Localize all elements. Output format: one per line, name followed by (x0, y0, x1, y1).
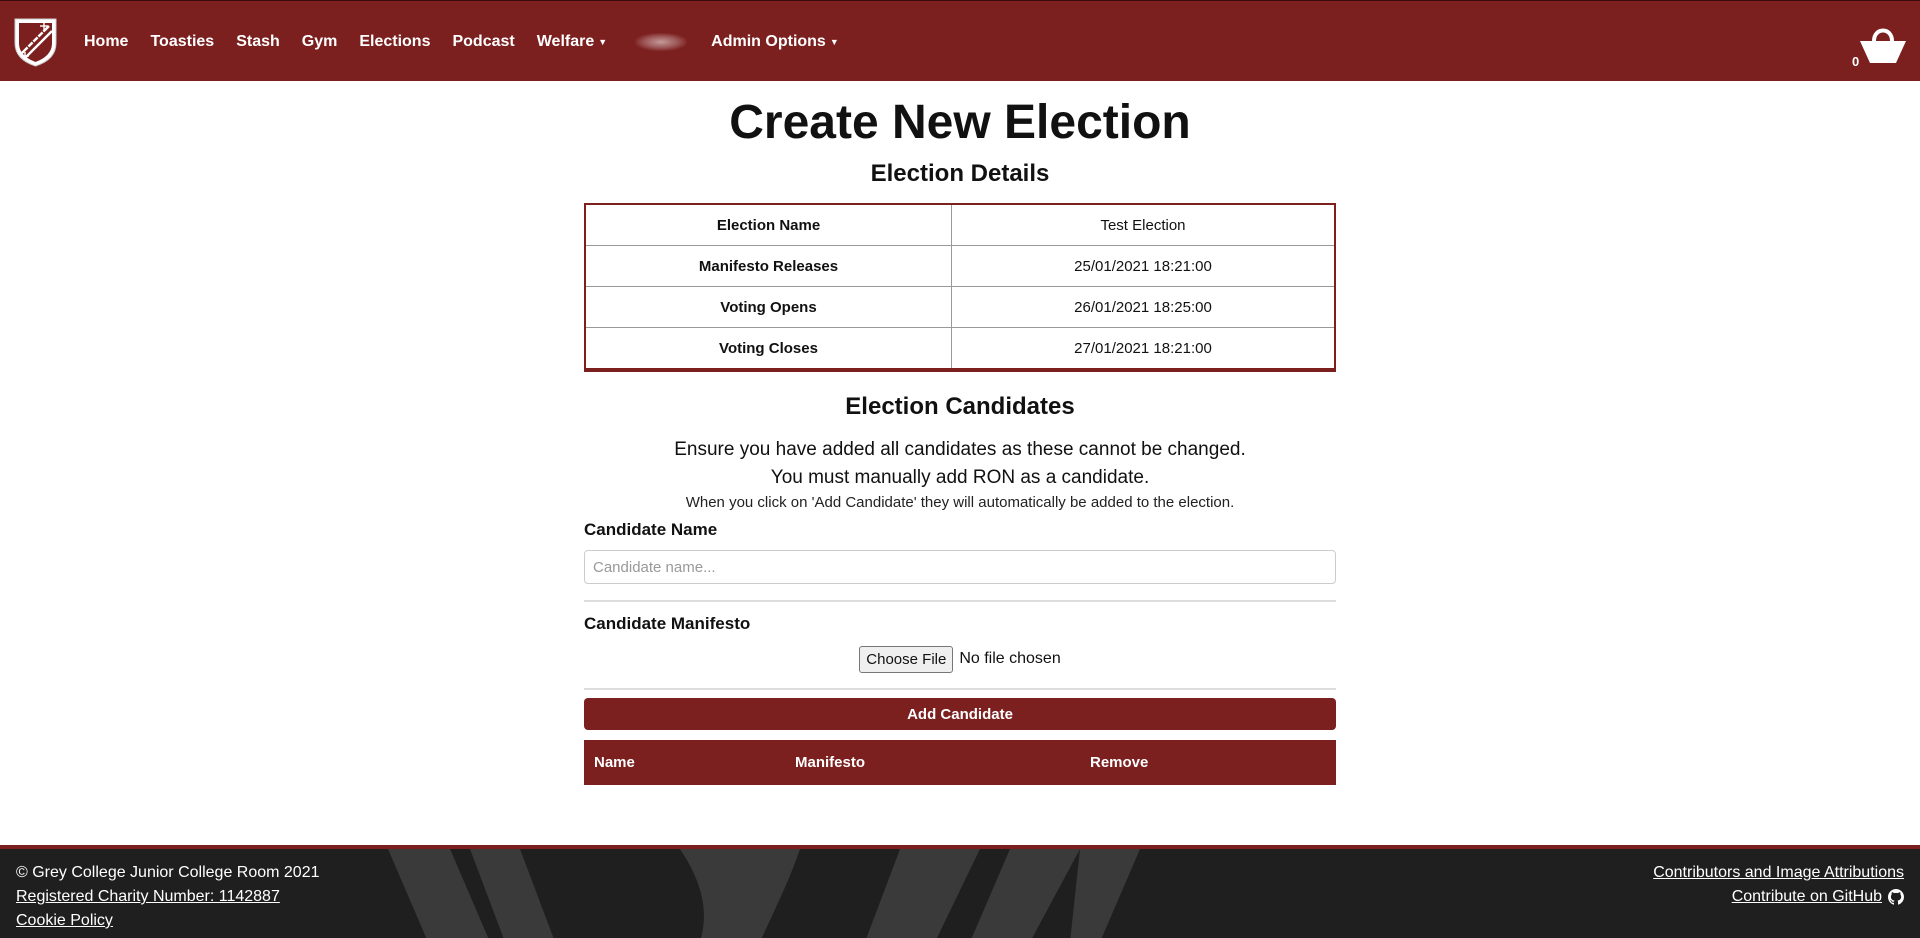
detail-label: Election Name (584, 203, 952, 246)
table-row: Voting Opens 26/01/2021 18:25:00 (584, 286, 1336, 328)
phoenix-emblem-icon (388, 849, 1140, 938)
detail-value: Test Election (951, 203, 1336, 246)
table-row: Manifesto Releases 25/01/2021 18:21:00 (584, 245, 1336, 287)
choose-file-button[interactable]: Choose File (859, 645, 954, 673)
nav-admin-options-label: Admin Options (711, 32, 826, 50)
nav-gym[interactable]: Gym (302, 33, 338, 51)
detail-value: 27/01/2021 18:21:00 (951, 327, 1336, 371)
file-status-text: No file chosen (959, 650, 1061, 667)
column-header-manifesto: Manifesto (795, 754, 866, 771)
detail-label: Voting Closes (584, 327, 952, 371)
charity-number-link[interactable]: Registered Charity Number: 1142887 (16, 885, 320, 909)
footer-left: © Grey College Junior College Room 2021 … (16, 861, 320, 933)
cookie-policy-link[interactable]: Cookie Policy (16, 909, 320, 933)
basket-count: 0 (1852, 54, 1860, 69)
column-header-name: Name (594, 754, 635, 771)
nav-home[interactable]: Home (84, 33, 128, 51)
basket-icon[interactable] (1858, 19, 1908, 71)
nav-toasties-label: Toasties (150, 32, 215, 50)
divider (584, 600, 1336, 602)
contributors-link[interactable]: Contributors and Image Attributions (1653, 861, 1904, 885)
footer-right: Contributors and Image Attributions Cont… (1653, 861, 1904, 909)
nav-elections[interactable]: Elections (359, 33, 430, 51)
divider (584, 688, 1336, 690)
caret-down-icon: ▼ (829, 36, 839, 47)
election-details-table: Election Name Test Election Manifesto Re… (584, 203, 1336, 372)
page-footer: © Grey College Junior College Room 2021 … (0, 845, 1920, 938)
nav-welfare-label: Welfare (536, 32, 595, 50)
page-title: Create New Election (729, 96, 1191, 149)
table-row: Voting Closes 27/01/2021 18:21:00 (584, 327, 1336, 371)
college-shield-logo-icon[interactable] (13, 17, 58, 67)
nav-user-blurred[interactable] (635, 32, 688, 51)
detail-label: Manifesto Releases (584, 245, 952, 287)
nav-home-label: Home (84, 32, 129, 50)
detail-value: 26/01/2021 18:25:00 (951, 286, 1336, 328)
nav-elections-label: Elections (359, 32, 431, 50)
github-row: Contribute on GitHub (1653, 885, 1904, 909)
candidates-table-header: Name Manifesto Remove (584, 740, 1336, 785)
top-navbar: Home Toasties Stash Gym Elections Podcas… (0, 0, 1920, 81)
column-header-remove: Remove (1090, 754, 1149, 771)
nav-toasties[interactable]: Toasties (150, 33, 214, 51)
nav-stash-label: Stash (236, 32, 280, 50)
nav-stash[interactable]: Stash (236, 33, 280, 51)
candidate-name-label: Candidate Name (584, 520, 718, 539)
copyright-text: © Grey College Junior College Room 2021 (16, 864, 320, 881)
candidate-manifesto-label: Candidate Manifesto (584, 614, 751, 633)
warning-text-candidates: Ensure you have added all candidates as … (674, 439, 1246, 460)
nav-admin-options-dropdown[interactable]: Admin Options ▼ (711, 33, 839, 51)
election-details-heading: Election Details (870, 160, 1050, 187)
add-candidate-hint: When you click on 'Add Candidate' they w… (685, 494, 1235, 511)
election-candidates-heading: Election Candidates (845, 393, 1075, 420)
github-link[interactable]: Contribute on GitHub (1732, 885, 1882, 909)
github-icon[interactable] (1888, 889, 1904, 905)
nav-podcast[interactable]: Podcast (452, 33, 514, 51)
nav-podcast-label: Podcast (452, 32, 515, 50)
detail-label: Voting Opens (584, 286, 952, 328)
warning-text-ron: You must manually add RON as a candidate… (770, 467, 1150, 488)
caret-down-icon: ▼ (598, 36, 608, 47)
add-candidate-button[interactable]: Add Candidate (584, 698, 1336, 730)
candidate-name-input[interactable] (584, 550, 1336, 584)
detail-value: 25/01/2021 18:21:00 (951, 245, 1336, 287)
nav-gym-label: Gym (301, 32, 338, 50)
nav-welfare-dropdown[interactable]: Welfare ▼ (537, 33, 607, 51)
main-content: Create New Election Election Details Ele… (584, 81, 1336, 785)
table-row: Election Name Test Election (584, 203, 1336, 246)
manifesto-file-picker: Choose File No file chosen (584, 644, 1336, 674)
